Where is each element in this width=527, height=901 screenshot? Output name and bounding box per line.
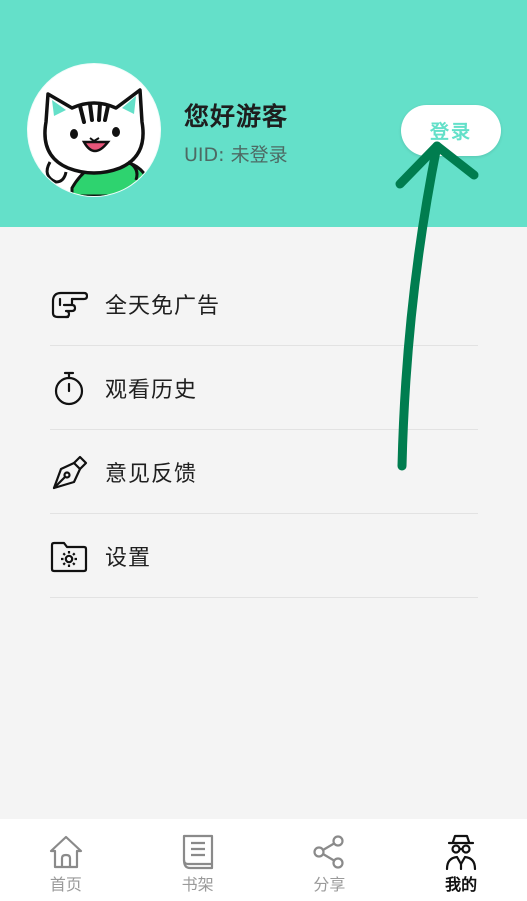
- menu-item-label: 观看历史: [105, 377, 198, 403]
- menu-item-label: 意见反馈: [105, 461, 198, 487]
- tab-home[interactable]: 首页: [0, 819, 132, 901]
- tab-label: 书架: [181, 875, 214, 894]
- pen-nib-icon: [50, 453, 88, 491]
- tab-label: 首页: [49, 875, 82, 894]
- tab-label: 我的: [445, 875, 478, 894]
- greeting-title: 您好游客: [184, 102, 289, 131]
- tab-mine[interactable]: 我的: [395, 819, 527, 901]
- menu-item-watch-history[interactable]: 观看历史: [50, 346, 478, 430]
- login-button[interactable]: 登录: [401, 105, 501, 156]
- spy-user-icon: [443, 834, 479, 870]
- menu-item-settings[interactable]: 设置: [50, 514, 478, 598]
- menu-item-no-ads[interactable]: 全天免广告: [50, 262, 478, 346]
- menu-list: 全天免广告 观看历史 意见反馈 设置: [50, 262, 478, 598]
- pointing-hand-icon: [50, 285, 88, 323]
- cat-avatar-icon: [43, 88, 152, 196]
- stopwatch-icon: [50, 369, 88, 407]
- book-icon: [180, 834, 216, 870]
- folder-gear-icon: [50, 537, 88, 575]
- avatar[interactable]: [28, 64, 160, 196]
- share-icon: [311, 834, 347, 870]
- bottom-navigation: 首页 书架 分享 我的: [0, 819, 527, 901]
- menu-item-label: 设置: [105, 545, 152, 571]
- menu-item-label: 全天免广告: [105, 293, 221, 319]
- tab-share[interactable]: 分享: [264, 819, 396, 901]
- uid-text: UID: 未登录: [184, 144, 288, 166]
- tab-bookshelf[interactable]: 书架: [132, 819, 264, 901]
- menu-item-feedback[interactable]: 意见反馈: [50, 430, 478, 514]
- tab-label: 分享: [313, 875, 346, 894]
- profile-header: 您好游客 UID: 未登录 登录: [0, 0, 527, 227]
- home-icon: [48, 834, 84, 870]
